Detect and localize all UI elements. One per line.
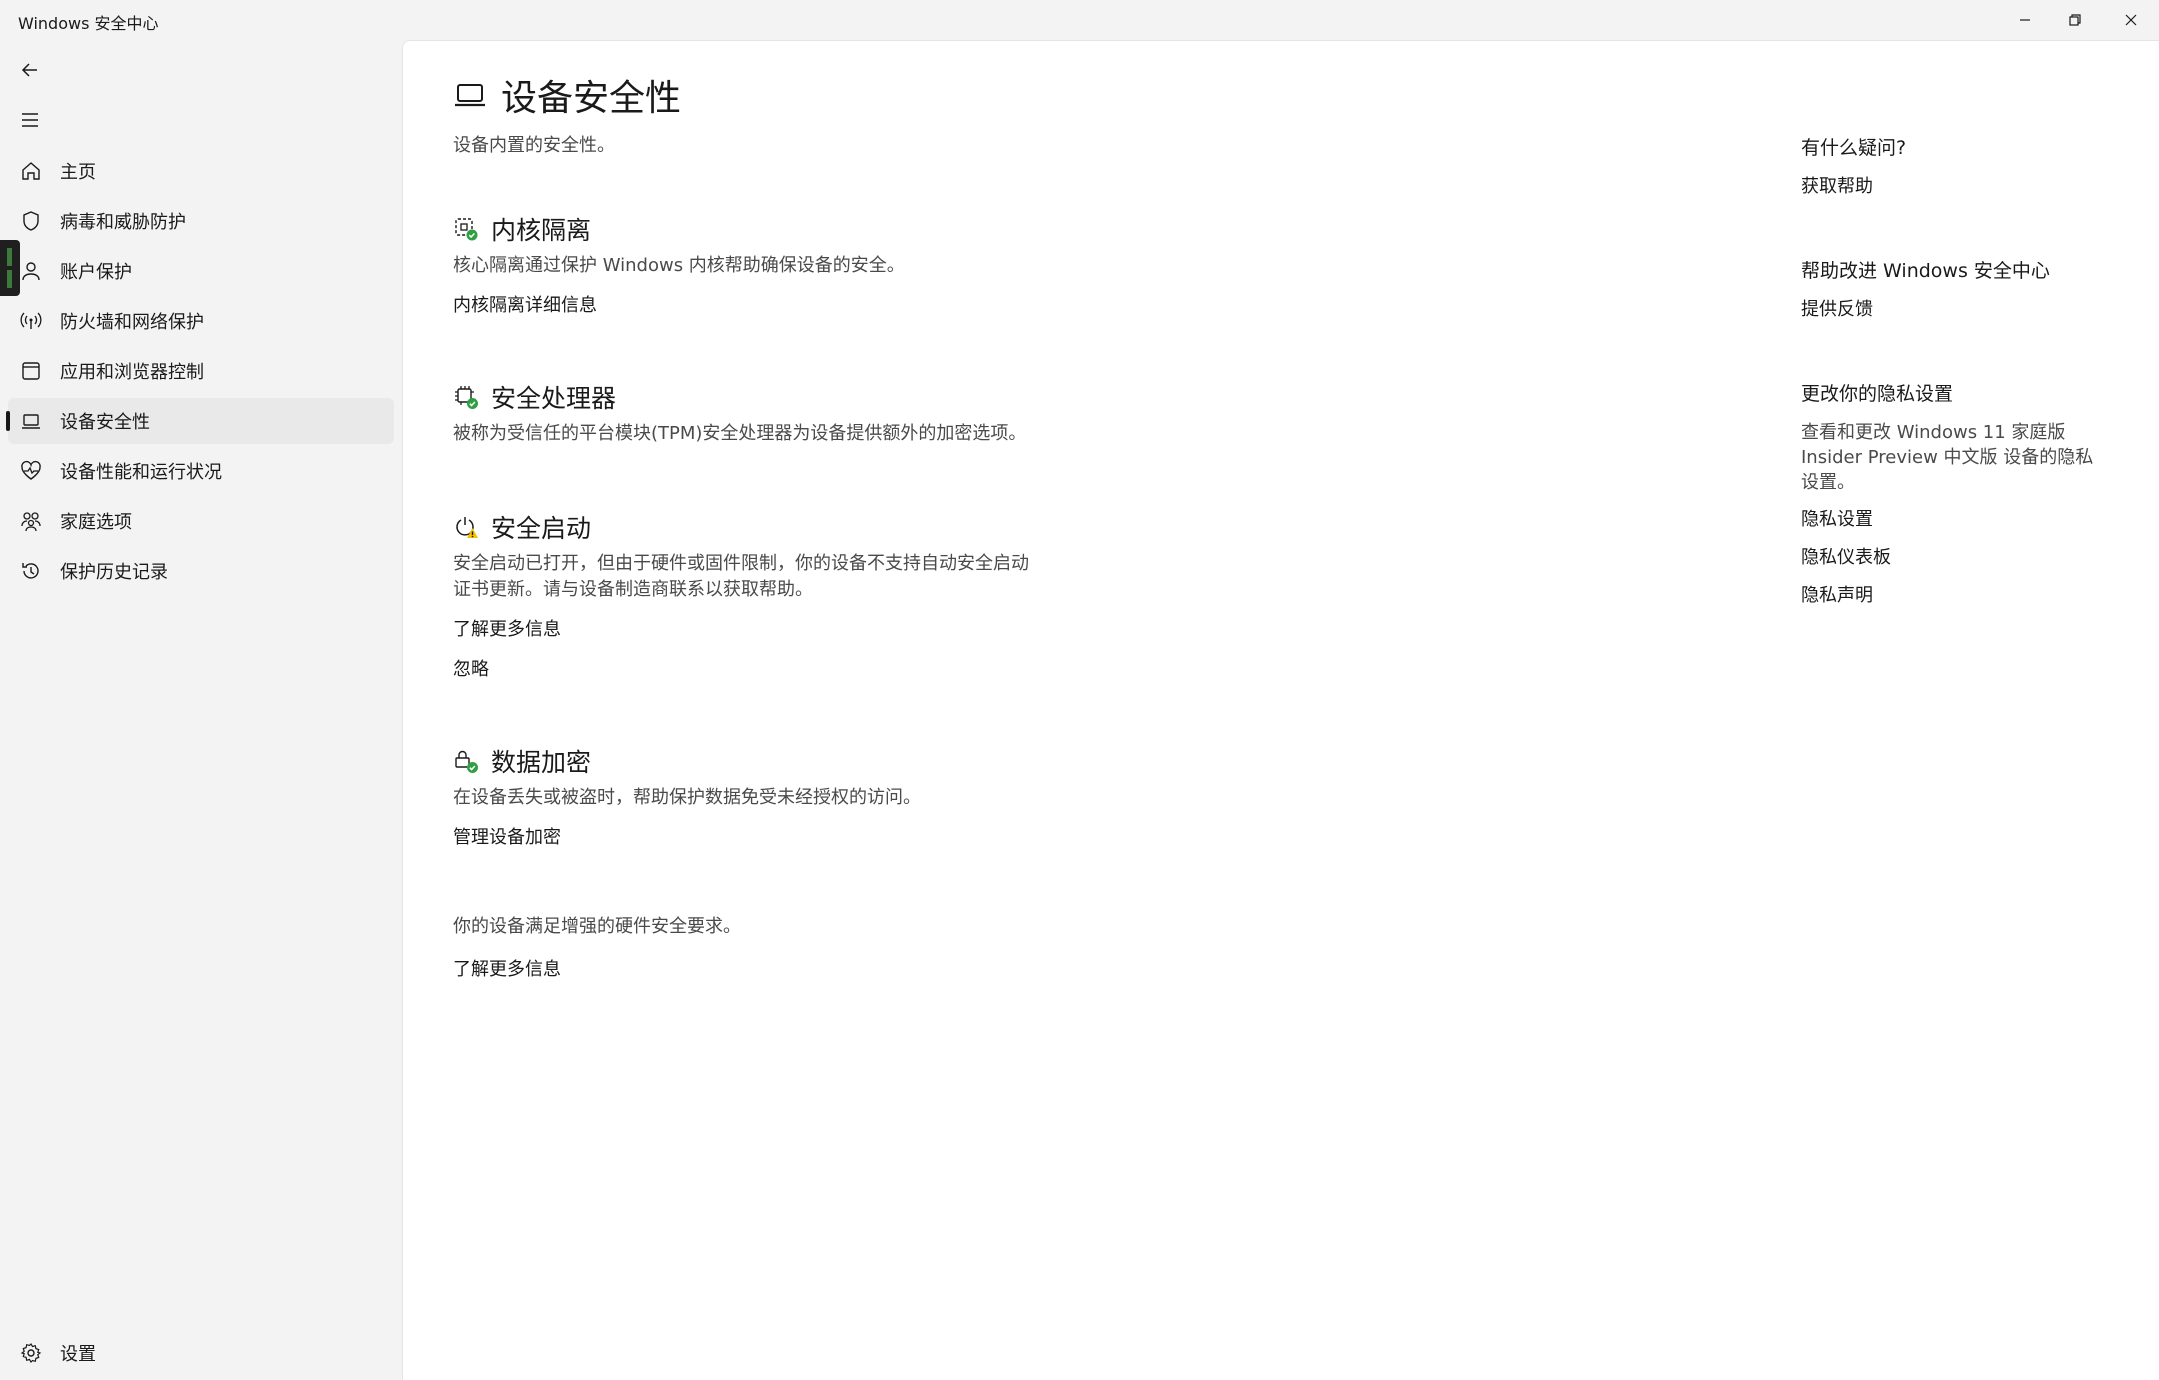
sidebar-item-label: 设备安全性 xyxy=(60,412,150,433)
data-encryption-section: 数据加密 在设备丢失或被盗时，帮助保护数据免受未经授权的访问。 管理设备加密 xyxy=(453,743,1103,849)
settings-label: 设置 xyxy=(60,1344,96,1365)
get-help-link[interactable]: 获取帮助 xyxy=(1801,172,2121,198)
secure-boot-section: 安全启动 安全启动已打开，但由于硬件或固件限制，你的设备不支持自动安全启动 证书… xyxy=(453,509,1103,681)
improve-heading: 帮助改进 Windows 安全中心 xyxy=(1801,260,2050,282)
sidebar-item-label: 病毒和威胁防护 xyxy=(60,212,186,233)
app-title: Windows 安全中心 xyxy=(18,14,159,33)
sidebar-item-device-security[interactable]: 设备安全性 xyxy=(6,398,394,444)
minimize-icon xyxy=(2020,19,2030,21)
sidebar-item-device-performance[interactable]: 设备性能和运行状况 xyxy=(8,448,394,494)
privacy-settings-link[interactable]: 隐私设置 xyxy=(1801,505,2121,531)
data-encryption-ok-icon xyxy=(455,750,478,773)
secure-boot-warning-icon xyxy=(456,517,478,538)
sidebar-item-label: 账户保护 xyxy=(60,262,132,283)
gear-icon xyxy=(8,1330,54,1376)
browser-window-icon xyxy=(8,348,54,394)
family-icon xyxy=(8,498,54,544)
privacy-text-line: 设置。 xyxy=(1801,472,1855,493)
section-description: 安全启动已打开，但由于硬件或固件限制，你的设备不支持自动安全启动 证书更新。请与… xyxy=(453,551,1103,603)
section-description: 被称为受信任的平台模块(TPM)安全处理器为设备提供额外的加密选项。 xyxy=(453,423,1027,444)
heart-pulse-icon xyxy=(8,448,54,494)
page-header: 设备安全性 xyxy=(453,69,681,121)
sidebar-item-app-browser-control[interactable]: 应用和浏览器控制 xyxy=(8,348,394,394)
privacy-text-line: Insider Preview 中文版 设备的隐私 xyxy=(1801,447,2094,468)
minimize-button[interactable] xyxy=(1997,0,2053,40)
back-arrow-icon xyxy=(21,63,37,77)
restore-icon xyxy=(2069,14,2081,26)
learn-more-link[interactable]: 了解更多信息 xyxy=(453,615,1103,641)
sidebar-item-label: 防火墙和网络保护 xyxy=(60,312,204,333)
sidebar-item-home[interactable]: 主页 xyxy=(8,148,394,194)
sidebar-item-family-options[interactable]: 家庭选项 xyxy=(8,498,394,544)
sidebar-item-settings[interactable]: 设置 xyxy=(8,1330,394,1376)
main-content: 设备安全性 设备内置的安全性。 内核隔离 核心隔离通过保护 Windows 内核… xyxy=(402,40,2159,1380)
hardware-security-status: 你的设备满足增强的硬件安全要求。 xyxy=(453,916,741,937)
section-title: 数据加密 xyxy=(491,748,592,777)
section-title: 内核隔离 xyxy=(491,216,592,245)
history-icon xyxy=(8,548,54,594)
sidebar-item-firewall[interactable]: 防火墙和网络保护 xyxy=(8,298,394,344)
description-line: 安全启动已打开，但由于硬件或固件限制，你的设备不支持自动安全启动 xyxy=(453,553,1029,574)
back-button[interactable] xyxy=(8,48,52,92)
manage-encryption-link[interactable]: 管理设备加密 xyxy=(453,823,561,849)
sidebar-item-account-protection[interactable]: 账户保护 xyxy=(8,248,394,294)
section-title: 安全启动 xyxy=(491,514,592,543)
title-bar: Windows 安全中心 xyxy=(0,0,2159,40)
sidebar-item-label: 应用和浏览器控制 xyxy=(60,362,204,383)
security-processor-ok-icon xyxy=(455,386,478,409)
privacy-heading: 更改你的隐私设置 xyxy=(1801,383,1954,405)
sidebar-item-protection-history[interactable]: 保护历史记录 xyxy=(8,548,394,594)
help-panel: 有什么疑问? 获取帮助 帮助改进 Windows 安全中心 提供反馈 更改你的隐… xyxy=(1801,133,2121,607)
home-icon xyxy=(8,148,54,194)
feedback-link[interactable]: 提供反馈 xyxy=(1801,295,2121,321)
page-title: 设备安全性 xyxy=(501,78,682,119)
section-description: 在设备丢失或被盗时，帮助保护数据免受未经授权的访问。 xyxy=(453,787,921,808)
core-isolation-details-link[interactable]: 内核隔离详细信息 xyxy=(453,291,597,317)
privacy-text-line: 查看和更改 Windows 11 家庭版 xyxy=(1801,422,2066,443)
hardware-learn-more-link[interactable]: 了解更多信息 xyxy=(453,955,561,981)
core-isolation-section: 内核隔离 核心隔离通过保护 Windows 内核帮助确保设备的安全。 内核隔离详… xyxy=(453,211,1103,317)
menu-button[interactable] xyxy=(8,98,52,142)
laptop-icon xyxy=(455,84,485,107)
privacy-dashboard-link[interactable]: 隐私仪表板 xyxy=(1801,543,2121,569)
close-icon xyxy=(2125,14,2137,26)
person-icon xyxy=(8,248,54,294)
core-isolation-ok-icon xyxy=(455,218,478,241)
sidebar-item-label: 保护历史记录 xyxy=(60,562,168,583)
question-heading: 有什么疑问? xyxy=(1801,137,1907,159)
sidebar-item-virus-protection[interactable]: 病毒和威胁防护 xyxy=(8,198,394,244)
sidebar-item-label: 家庭选项 xyxy=(60,512,132,533)
privacy-statement-link[interactable]: 隐私声明 xyxy=(1801,581,2121,607)
sidebar-item-label: 主页 xyxy=(60,162,96,183)
privacy-description: 查看和更改 Windows 11 家庭版 Insider Preview 中文版… xyxy=(1801,420,2121,495)
laptop-icon xyxy=(8,398,54,444)
close-button[interactable] xyxy=(2103,0,2159,40)
section-description: 核心隔离通过保护 Windows 内核帮助确保设备的安全。 xyxy=(453,255,905,276)
restore-button[interactable] xyxy=(2047,0,2103,40)
description-line: 证书更新。请与设备制造商联系以获取帮助。 xyxy=(453,579,813,600)
windows-security-window: Windows 安全中心 主页 病毒和威胁防护 账户保护 防火墙和网络保护 应用… xyxy=(0,0,2159,1380)
dismiss-link[interactable]: 忽略 xyxy=(453,655,1103,681)
hamburger-menu-icon xyxy=(22,113,38,127)
section-title: 安全处理器 xyxy=(491,384,617,413)
sidebar: 主页 病毒和威胁防护 账户保护 防火墙和网络保护 应用和浏览器控制 设备安全性 … xyxy=(0,40,400,1380)
page-subtitle: 设备内置的安全性。 xyxy=(453,135,615,156)
wifi-antenna-icon xyxy=(8,298,54,344)
sidebar-item-label: 设备性能和运行状况 xyxy=(60,462,222,483)
security-processor-section: 安全处理器 被称为受信任的平台模块(TPM)安全处理器为设备提供额外的加密选项。 xyxy=(453,379,1103,447)
shield-icon xyxy=(8,198,54,244)
